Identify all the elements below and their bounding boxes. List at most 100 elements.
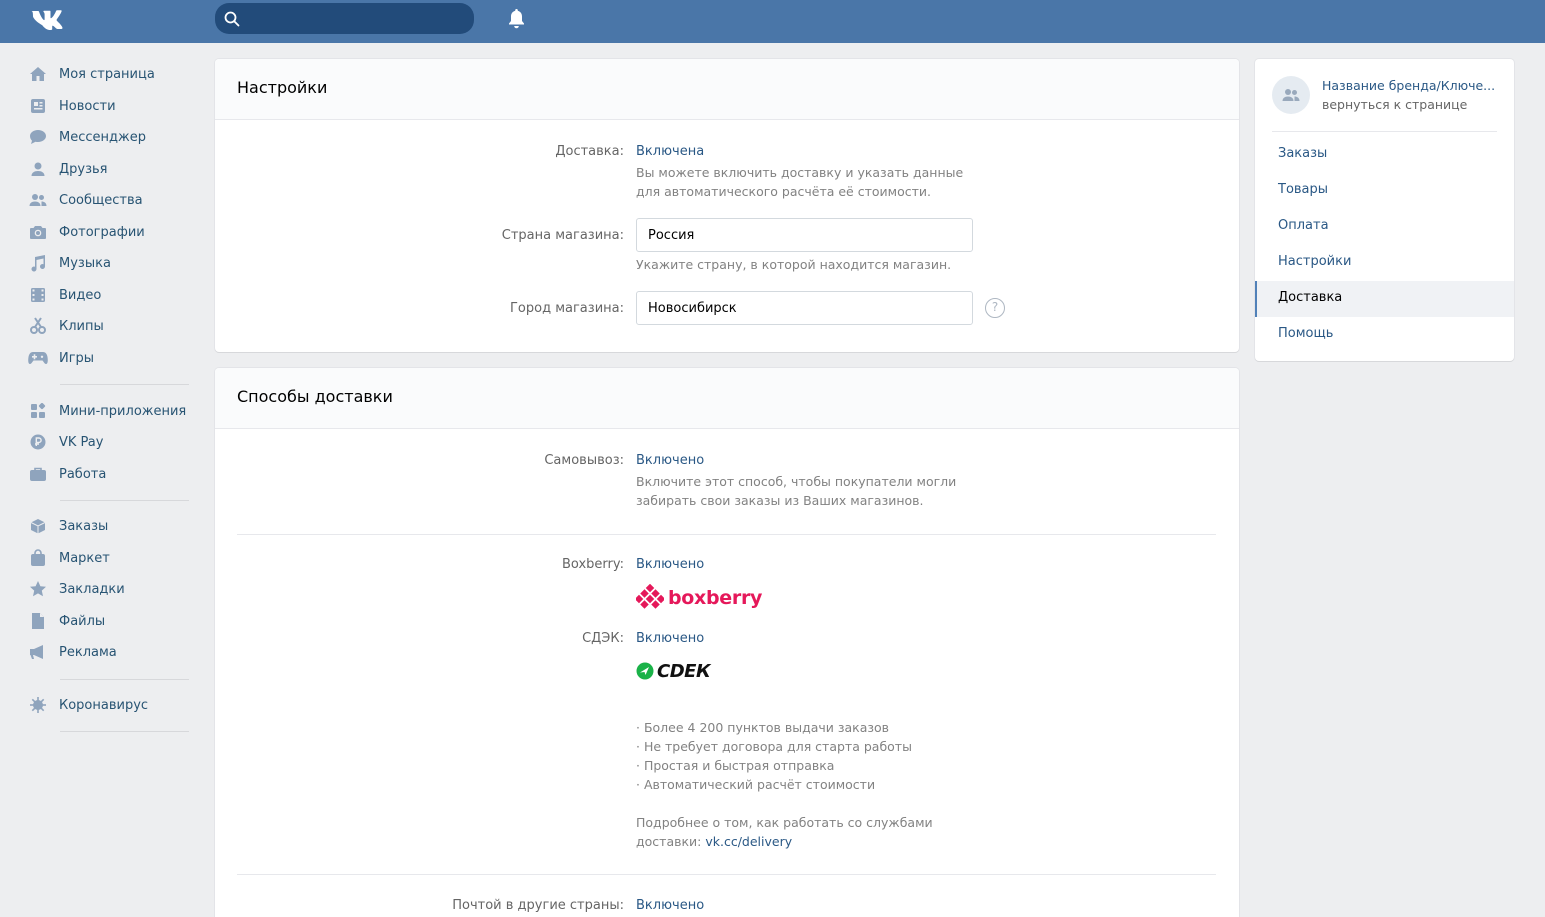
nav-item-friends[interactable]: Друзья	[28, 158, 108, 180]
boxberry-toggle-link[interactable]: Включено	[636, 557, 704, 572]
community-avatar[interactable]	[1272, 76, 1310, 114]
menu-item-settings[interactable]: Настройки	[1255, 245, 1514, 281]
nav-item-music[interactable]: Музыка	[28, 252, 111, 274]
country-field[interactable]	[636, 218, 973, 252]
nav-divider	[60, 679, 189, 680]
vk-logo[interactable]	[29, 8, 67, 32]
vkpay-icon	[28, 432, 48, 452]
menu-item-label: Помощь	[1278, 326, 1334, 341]
nav-label: Фотографии	[59, 224, 145, 240]
nav-item-orders[interactable]: Заказы	[28, 515, 108, 537]
right-menu-card: Название бренда/Ключе... вернуться к стр…	[1255, 59, 1514, 361]
nav-item-mini-apps[interactable]: Мини-приложения	[28, 400, 186, 422]
delivery-help-link[interactable]: vk.cc/delivery	[705, 834, 792, 849]
messenger-icon	[28, 127, 48, 147]
search-box[interactable]	[215, 3, 474, 34]
intl-toggle-link[interactable]: Включено	[636, 898, 704, 913]
country-label: Страна магазина:	[501, 228, 624, 243]
pickup-toggle-link[interactable]: Включено	[636, 453, 704, 468]
pickup-label: Самовывоз:	[544, 453, 624, 468]
file-icon	[28, 611, 48, 631]
more-info-line2: доставки: vk.cc/delivery	[636, 832, 792, 851]
nav-label: Музыка	[59, 255, 111, 271]
nav-label: Друзья	[59, 161, 108, 177]
briefcase-icon	[28, 464, 48, 484]
nav-label: Файлы	[59, 613, 106, 629]
country-input[interactable]	[637, 219, 972, 251]
menu-item-label: Товары	[1278, 182, 1329, 197]
nav-item-clips[interactable]: Клипы	[28, 315, 104, 337]
cdek-logo-text: СDЕК	[657, 660, 711, 682]
pickup-hint-line2: забирать свои заказы из Ваших магазинов.	[636, 493, 924, 508]
settings-card: Настройки Доставка: Включена Вы можете в…	[215, 59, 1239, 352]
music-icon	[28, 253, 48, 273]
nav-item-messenger[interactable]: Мессенджер	[28, 126, 146, 148]
nav-item-ads[interactable]: Реклама	[28, 641, 117, 663]
nav-label: Маркет	[59, 550, 110, 566]
nav-item-games[interactable]: Игры	[28, 347, 94, 369]
nav-item-video[interactable]: Видео	[28, 284, 101, 306]
nav-label: Мини-приложения	[59, 403, 187, 419]
nav-label: Новости	[59, 98, 116, 114]
country-hint: Укажите страну, в которой находится мага…	[636, 257, 952, 272]
home-icon	[28, 64, 48, 84]
nav-item-vk-pay[interactable]: VK Pay	[28, 431, 103, 453]
nav-label: Коронавирус	[59, 697, 149, 713]
nav-item-my-page[interactable]: Моя страница	[28, 63, 155, 85]
nav-item-jobs[interactable]: Работа	[28, 463, 106, 485]
gamepad-icon	[28, 348, 48, 368]
nav-item-bookmarks[interactable]: Закладки	[28, 578, 125, 600]
boxberry-berry-icon	[636, 584, 664, 609]
nav-item-photos[interactable]: Фотографии	[28, 221, 145, 243]
delivery-methods-title: Способы доставки	[237, 387, 393, 406]
menu-item-products[interactable]: Товары	[1255, 173, 1514, 209]
bag-icon	[28, 548, 48, 568]
bell-icon[interactable]	[506, 8, 527, 30]
menu-item-label: Настройки	[1278, 254, 1352, 269]
city-field[interactable]	[636, 291, 973, 325]
pickup-hint-line1: Включите этот способ, чтобы покупатели м…	[636, 474, 957, 489]
nav-label: Клипы	[59, 318, 104, 334]
delivery-methods-card: Способы доставки Самовывоз: Включено Вкл…	[215, 368, 1239, 917]
boxberry-label: Boxberry:	[561, 557, 624, 572]
intl-label: Почтой в другие страны:	[452, 898, 624, 913]
nav-label: Закладки	[59, 581, 125, 597]
box-icon	[28, 516, 48, 536]
cdek-toggle-link[interactable]: Включено	[636, 631, 704, 646]
nav-item-news[interactable]: Новости	[28, 95, 116, 117]
menu-item-help[interactable]: Помощь	[1255, 317, 1514, 353]
nav-label: Моя страница	[59, 66, 155, 82]
nav-item-market[interactable]: Маркет	[28, 547, 110, 569]
delivery-label: Доставка:	[555, 144, 624, 159]
help-icon[interactable]: ?	[985, 298, 1005, 318]
search-input[interactable]	[247, 7, 462, 30]
delivery-hint-line2: для автоматического расчёта её стоимости…	[636, 184, 931, 199]
boxberry-logo-text: boxberry	[668, 587, 763, 609]
menu-item-payment[interactable]: Оплата	[1255, 209, 1514, 245]
nav-item-files[interactable]: Файлы	[28, 610, 105, 632]
communities-icon	[28, 190, 48, 210]
back-to-page-link[interactable]: вернуться к странице	[1322, 97, 1467, 112]
brand-name-link[interactable]: Название бренда/Ключе...	[1322, 78, 1495, 93]
city-input[interactable]	[637, 292, 972, 324]
menu-item-label: Оплата	[1278, 218, 1329, 233]
friends-icon	[28, 159, 48, 179]
megaphone-icon	[28, 642, 48, 662]
nav-divider	[60, 384, 189, 385]
more-info-prefix: доставки:	[636, 834, 706, 849]
virus-icon	[28, 695, 48, 715]
camera-icon	[28, 222, 48, 242]
delivery-toggle-link[interactable]: Включена	[636, 144, 704, 159]
more-info-line1: Подробнее о том, как работать со службам…	[636, 815, 933, 830]
boxberry-logo: boxberry	[636, 584, 762, 612]
delivery-methods-header: Способы доставки	[215, 368, 1239, 429]
menu-item-label: Доставка	[1278, 290, 1343, 305]
city-label: Город магазина:	[510, 301, 624, 316]
feature-line: · Автоматический расчёт стоимости	[636, 777, 876, 792]
nav-item-communities[interactable]: Сообщества	[28, 189, 143, 211]
right-menu-divider	[1272, 131, 1497, 132]
settings-card-header: Настройки	[215, 59, 1239, 120]
menu-item-delivery[interactable]: Доставка	[1255, 281, 1514, 317]
nav-item-coronavirus[interactable]: Коронавирус	[28, 694, 148, 716]
menu-item-orders[interactable]: Заказы	[1255, 137, 1514, 173]
